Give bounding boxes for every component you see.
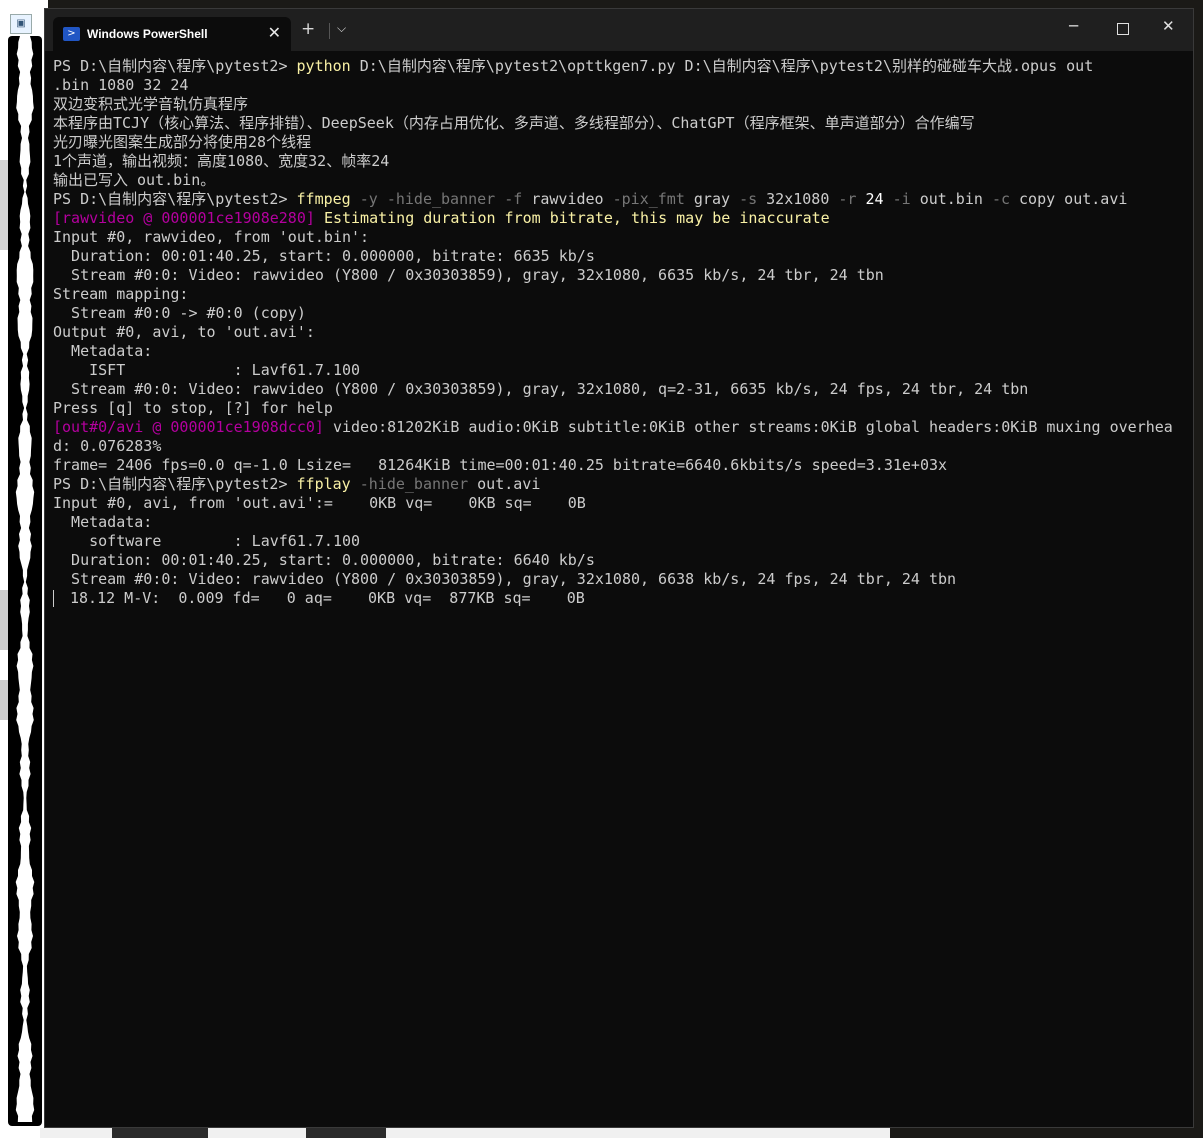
chevron-down-icon[interactable]: ⌵ bbox=[337, 21, 346, 36]
terminal-text: Duration: 00:01:40.25, start: 0.000000, … bbox=[53, 551, 595, 569]
tab-windows-powershell[interactable]: > Windows PowerShell ✕ bbox=[53, 17, 291, 51]
terminal-line: 光刃曝光图案生成部分将使用28个线程 bbox=[53, 133, 1183, 152]
terminal-text: Metadata: bbox=[53, 513, 153, 531]
divider bbox=[329, 23, 330, 39]
terminal-text: Stream #0:0: Video: rawvideo (Y800 / 0x3… bbox=[53, 380, 1029, 398]
terminal-text: D:\自制内容\程序\pytest2\opttkgen7.py D:\自制内容\… bbox=[350, 57, 1094, 75]
terminal-text: software : Lavf61.7.100 bbox=[53, 532, 361, 550]
terminal-text: Stream #0:0: Video: rawvideo (Y800 / 0x3… bbox=[53, 570, 957, 588]
terminal-text: video:81202KiB audio:0KiB subtitle:0KiB … bbox=[332, 418, 1173, 436]
terminal-text: Stream #0:0 -> #0:0 (copy) bbox=[53, 304, 306, 322]
terminal-line: Input #0, avi, from 'out.avi':= 0KB vq= … bbox=[53, 494, 1183, 513]
terminal-text: Press [q] to stop, [?] for help bbox=[53, 399, 333, 417]
terminal-text: 输出已写入 out.bin。 bbox=[53, 171, 216, 189]
terminal-text: Metadata: bbox=[53, 342, 153, 360]
text-cursor bbox=[53, 590, 54, 607]
terminal-text: -r bbox=[838, 190, 866, 208]
terminal-text: -i bbox=[892, 190, 920, 208]
new-tab-button[interactable]: + bbox=[301, 21, 315, 38]
terminal-text: -hide_banner bbox=[350, 475, 478, 493]
terminal-line: Press [q] to stop, [?] for help bbox=[53, 399, 1183, 418]
terminal-text: copy out.avi bbox=[1019, 190, 1128, 208]
terminal-text: PS D:\自制内容\程序\pytest2> bbox=[53, 190, 297, 208]
tab-title: Windows PowerShell bbox=[87, 27, 208, 41]
terminal-text: 光刃曝光图案生成部分将使用28个线程 bbox=[53, 133, 312, 151]
maximize-button[interactable] bbox=[1117, 23, 1129, 35]
terminal-text: 24 bbox=[865, 190, 893, 208]
terminal-text: out.bin bbox=[919, 190, 992, 208]
powershell-icon: > bbox=[63, 27, 80, 41]
terminal-text: ISFT : Lavf61.7.100 bbox=[53, 361, 361, 379]
tab-close-icon[interactable]: ✕ bbox=[268, 23, 281, 42]
terminal-line: PS D:\自制内容\程序\pytest2> python D:\自制内容\程序… bbox=[53, 57, 1183, 76]
terminal-line: Input #0, rawvideo, from 'out.bin': bbox=[53, 228, 1183, 247]
terminal-text: frame= 2406 fps=0.0 q=-1.0 Lsize= 81264K… bbox=[53, 456, 948, 474]
terminal-line: 双边变积式光学音轨仿真程序 bbox=[53, 95, 1183, 114]
optical-soundtrack-waveform-icon bbox=[15, 36, 35, 1122]
terminal-text: Duration: 00:01:40.25, start: 0.000000, … bbox=[53, 247, 595, 265]
terminal-line: frame= 2406 fps=0.0 q=-1.0 Lsize= 81264K… bbox=[53, 456, 1183, 475]
terminal-text: Estimating duration from bitrate, this m… bbox=[323, 209, 830, 227]
desktop-window-edge bbox=[112, 1128, 208, 1138]
terminal-text: PS D:\自制内容\程序\pytest2> bbox=[53, 57, 297, 75]
terminal-text: PS D:\自制内容\程序\pytest2> bbox=[53, 475, 297, 493]
terminal-text: [out#0/avi @ 000001ce1908dcc0] bbox=[53, 418, 333, 436]
terminal-line: Duration: 00:01:40.25, start: 0.000000, … bbox=[53, 247, 1183, 266]
terminal-text: Stream #0:0: Video: rawvideo (Y800 / 0x3… bbox=[53, 266, 884, 284]
desktop-window-edge bbox=[306, 1128, 386, 1138]
minimize-button[interactable]: ─ bbox=[1069, 19, 1078, 34]
terminal-line: 1个声道，输出视频：高度1080、宽度32、帧率24 bbox=[53, 152, 1183, 171]
terminal-text: 本程序由TCJY（核心算法、程序排错）、DeepSeek（内存占用优化、多声道、… bbox=[53, 114, 975, 132]
terminal-line: software : Lavf61.7.100 bbox=[53, 532, 1183, 551]
terminal-text: gray bbox=[693, 190, 740, 208]
terminal-line: Metadata: bbox=[53, 513, 1183, 532]
ffplay-app-icon[interactable]: ▣ bbox=[10, 14, 32, 34]
terminal-text: Output #0, avi, to 'out.avi': bbox=[53, 323, 315, 341]
powershell-window: > Windows PowerShell ✕ + ⌵ ─ ✕ PS D:\自制内… bbox=[44, 8, 1194, 1128]
terminal-line: Metadata: bbox=[53, 342, 1183, 361]
terminal-line: Stream #0:0: Video: rawvideo (Y800 / 0x3… bbox=[53, 266, 1183, 285]
terminal-text: ffplay bbox=[296, 475, 351, 493]
terminal-text: d: 0.076283% bbox=[53, 437, 162, 455]
terminal-text: -pix_fmt bbox=[612, 190, 694, 208]
close-button[interactable]: ✕ bbox=[1162, 19, 1175, 34]
terminal-line: Stream #0:0: Video: rawvideo (Y800 / 0x3… bbox=[53, 570, 1183, 589]
terminal-text: -y -hide_banner -f bbox=[350, 190, 532, 208]
terminal-line: ISFT : Lavf61.7.100 bbox=[53, 361, 1183, 380]
terminal-text: Input #0, avi, from 'out.avi':= 0KB vq= … bbox=[53, 494, 586, 512]
terminal-line: 18.12 M-V: 0.009 fd= 0 aq= 0KB vq= 877KB… bbox=[53, 589, 1183, 608]
terminal-line: .bin 1080 32 24 bbox=[53, 76, 1183, 95]
terminal-text: -s bbox=[739, 190, 767, 208]
terminal-text: [rawvideo @ 000001ce1908e280] bbox=[53, 209, 324, 227]
terminal-text: out.avi bbox=[477, 475, 541, 493]
terminal-text: 1个声道，输出视频：高度1080、宽度32、帧率24 bbox=[53, 152, 390, 170]
terminal-text: 18.12 M-V: 0.009 fd= 0 aq= 0KB vq= 877KB… bbox=[70, 589, 585, 607]
terminal-text: rawvideo bbox=[531, 190, 613, 208]
terminal-text: python bbox=[296, 57, 351, 75]
terminal-line: PS D:\自制内容\程序\pytest2> ffmpeg -y -hide_b… bbox=[53, 190, 1183, 209]
terminal-text: 双边变积式光学音轨仿真程序 bbox=[53, 95, 249, 113]
terminal-line: Stream mapping: bbox=[53, 285, 1183, 304]
terminal-line: Stream #0:0: Video: rawvideo (Y800 / 0x3… bbox=[53, 380, 1183, 399]
terminal-line: Output #0, avi, to 'out.avi': bbox=[53, 323, 1183, 342]
terminal-line: PS D:\自制内容\程序\pytest2> ffplay -hide_bann… bbox=[53, 475, 1183, 494]
terminal-output[interactable]: PS D:\自制内容\程序\pytest2> python D:\自制内容\程序… bbox=[53, 57, 1183, 608]
ffplay-video-window[interactable] bbox=[8, 36, 42, 1126]
terminal-line: [out#0/avi @ 000001ce1908dcc0] video:812… bbox=[53, 418, 1183, 437]
terminal-text: Input #0, rawvideo, from 'out.bin': bbox=[53, 228, 370, 246]
terminal-line: [rawvideo @ 000001ce1908e280] Estimating… bbox=[53, 209, 1183, 228]
terminal-text: -c bbox=[991, 190, 1020, 208]
terminal-line: Stream #0:0 -> #0:0 (copy) bbox=[53, 304, 1183, 323]
terminal-text: Stream mapping: bbox=[53, 285, 189, 303]
terminal-line: 输出已写入 out.bin。 bbox=[53, 171, 1183, 190]
title-bar: > Windows PowerShell ✕ + ⌵ ─ ✕ bbox=[45, 9, 1193, 51]
terminal-line: 本程序由TCJY（核心算法、程序排错）、DeepSeek（内存占用优化、多声道、… bbox=[53, 114, 1183, 133]
terminal-line: d: 0.076283% bbox=[53, 437, 1183, 456]
terminal-text: .bin 1080 32 24 bbox=[53, 76, 189, 94]
terminal-text: 32x1080 bbox=[766, 190, 839, 208]
terminal-line: Duration: 00:01:40.25, start: 0.000000, … bbox=[53, 551, 1183, 570]
terminal-text: ffmpeg bbox=[296, 190, 351, 208]
